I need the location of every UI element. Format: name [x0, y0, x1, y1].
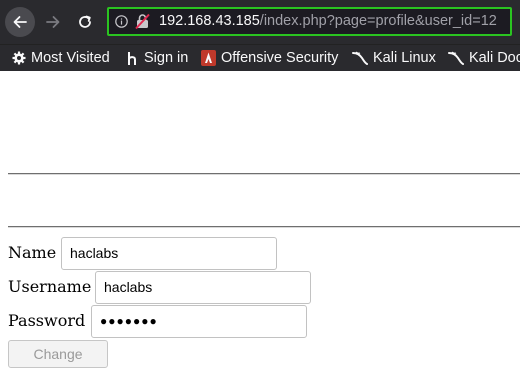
reload-icon [79, 15, 91, 28]
url-text[interactable]: 192.168.43.185/index.php?page=profile&us… [159, 12, 497, 31]
back-button[interactable] [5, 7, 35, 37]
url-host: 192.168.43.185 [159, 13, 260, 29]
horizontal-rule [8, 226, 520, 228]
bookmark-label: Kali Linux [373, 50, 436, 66]
bookmark-most-visited[interactable]: Most Visited [12, 45, 110, 71]
arrow-left-icon [13, 16, 27, 28]
name-label: Name [8, 243, 57, 262]
reload-button[interactable] [70, 7, 100, 37]
browser-toolbar: 192.168.43.185/index.php?page=profile&us… [0, 0, 520, 44]
kali-dragon-icon [448, 51, 464, 65]
bookmark-label: Offensive Security [221, 50, 339, 66]
bookmark-offensive-security[interactable]: Offensive Security [201, 45, 338, 71]
bookmark-label: Sign in [144, 50, 189, 66]
bookmark-kali-linux[interactable]: Kali Linux [352, 45, 436, 71]
bookmarks-toolbar: Most Visited Sign in Offensive Security … [0, 44, 520, 71]
bookmark-sign-in[interactable]: Sign in [127, 45, 188, 71]
username-field[interactable]: haclabs [95, 271, 311, 304]
name-field[interactable]: haclabs [61, 237, 277, 270]
gear-icon [12, 51, 26, 65]
offsec-icon [201, 50, 216, 66]
url-bar[interactable]: 192.168.43.185/index.php?page=profile&us… [107, 7, 512, 36]
horizontal-rule [8, 173, 520, 175]
info-icon[interactable] [115, 15, 128, 28]
arrow-right-icon [46, 16, 60, 28]
bookmark-label: Most Visited [31, 50, 110, 66]
bookmark-label: Kali Doc [469, 50, 520, 66]
url-path: /index.php?page=profile&user_id=12 [259, 13, 497, 29]
forward-button[interactable] [38, 7, 68, 37]
password-label: Password [8, 311, 86, 330]
kali-dragon-icon [352, 51, 368, 65]
insecure-lock-icon[interactable] [134, 13, 151, 30]
password-field[interactable]: ●●●●●●● [91, 305, 307, 338]
username-label: Username [8, 277, 92, 296]
hackthebox-h-icon [128, 51, 136, 65]
bookmark-kali-docs[interactable]: Kali Doc [448, 45, 520, 71]
change-button[interactable]: Change [8, 340, 108, 368]
